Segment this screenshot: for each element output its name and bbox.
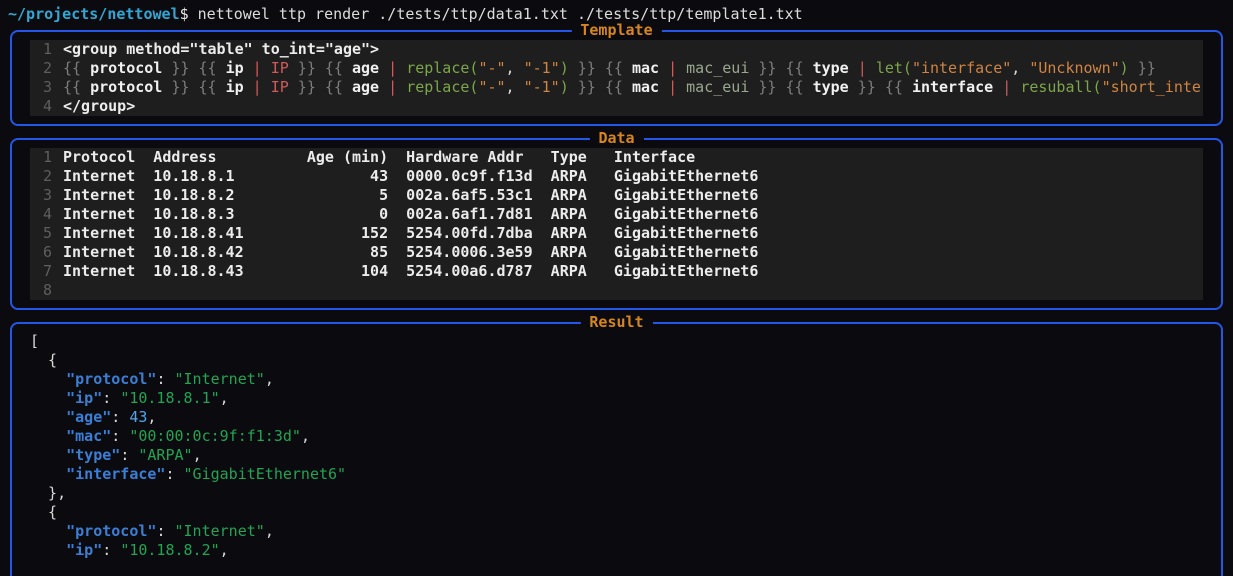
line-number: 3 [30, 78, 52, 97]
code-line-content: "ip": "10.18.8.1", [30, 389, 1203, 408]
code-line: 7 Internet 10.18.8.43 104 5254.00a6.d787 … [30, 262, 1203, 281]
data-panel: Data 1Protocol Address Age (min) Hardwar… [10, 138, 1223, 310]
code-line: 1 <group method="table" to_int="age"> [30, 40, 1203, 59]
code-line-content: "protocol": "Internet", [30, 522, 1203, 541]
code-line-content: { [30, 503, 1203, 522]
code-line-content: "type": "ARPA", [30, 446, 1203, 465]
code-line-content: "ip": "10.18.8.2", [30, 541, 1203, 560]
code-line-content: "interface": "GigabitEthernet6" [30, 465, 1203, 484]
line-number: 6 [30, 243, 52, 262]
code-line: "interface": "GigabitEthernet6" [30, 465, 1203, 484]
code-line-content: "protocol": "Internet", [30, 370, 1203, 389]
code-line: 1 Protocol Address Age (min) Hardware Add… [30, 148, 1203, 167]
template-panel: Template 1<group method="table" to_int="… [10, 30, 1223, 126]
line-number: 1 [30, 148, 52, 167]
code-line: 2 {{ protocol }} {{ ip | IP }} {{ age | r… [30, 59, 1203, 78]
code-line-content: { [30, 351, 1203, 370]
code-line: 5 Internet 10.18.8.41 152 5254.00fd.7dba … [30, 224, 1203, 243]
code-line-content: {{ protocol }} {{ ip | IP }} {{ age | re… [63, 78, 1203, 97]
code-line: 4 </group> [30, 97, 1203, 116]
line-number: 7 [30, 262, 52, 281]
code-line-content: Protocol Address Age (min) Hardware Addr… [63, 148, 1203, 167]
code-line: "ip": "10.18.8.1", [30, 389, 1203, 408]
code-line-content: <group method="table" to_int="age"> [63, 40, 1203, 59]
data-panel-title: Data [589, 129, 643, 148]
code-line-content [63, 281, 1203, 300]
line-number: 2 [30, 167, 52, 186]
code-line: [ [30, 332, 1203, 351]
line-number: 4 [30, 205, 52, 224]
code-line-content: "mac": "00:00:0c:9f:f1:3d", [30, 427, 1203, 446]
line-number: 8 [30, 281, 52, 300]
code-line-content: }, [30, 484, 1203, 503]
code-line: 3 Internet 10.18.8.2 5 002a.6af5.53c1 ARP… [30, 186, 1203, 205]
code-line: "protocol": "Internet", [30, 370, 1203, 389]
code-line: { [30, 351, 1203, 370]
code-line-content: [ [30, 332, 1203, 351]
code-line-content: </group> [63, 97, 1203, 116]
template-panel-title: Template [571, 21, 661, 40]
code-line: "ip": "10.18.8.2", [30, 541, 1203, 560]
code-line: "mac": "00:00:0c:9f:f1:3d", [30, 427, 1203, 446]
code-line: "protocol": "Internet", [30, 522, 1203, 541]
prompt-symbol: $ [180, 5, 189, 23]
result-code-block: [ { "protocol": "Internet", "ip": "10.18… [30, 332, 1203, 560]
code-line: { [30, 503, 1203, 522]
line-number: 2 [30, 59, 52, 78]
data-code-block: 1 Protocol Address Age (min) Hardware Add… [30, 148, 1203, 300]
prompt-path: ~/projects/nettowel [8, 5, 180, 23]
code-line-content: Internet 10.18.8.42 85 5254.0006.3e59 AR… [63, 243, 1203, 262]
code-line: 6 Internet 10.18.8.42 85 5254.0006.3e59 A… [30, 243, 1203, 262]
code-line-content: Internet 10.18.8.1 43 0000.0c9f.f13d ARP… [63, 167, 1203, 186]
terminal-window: ~/projects/nettowel$ nettowel ttp render… [0, 0, 1233, 576]
line-number: 4 [30, 97, 52, 116]
code-line-content: Internet 10.18.8.3 0 002a.6af1.7d81 ARPA… [63, 205, 1203, 224]
code-line-content: Internet 10.18.8.2 5 002a.6af5.53c1 ARPA… [63, 186, 1203, 205]
code-line: 8 [30, 281, 1203, 300]
code-line: 3 {{ protocol }} {{ ip | IP }} {{ age | r… [30, 78, 1203, 97]
result-panel: Result [ { "protocol": "Internet", "ip":… [10, 322, 1223, 576]
code-line: }, [30, 484, 1203, 503]
command-text: nettowel ttp render ./tests/ttp/data1.tx… [189, 5, 803, 23]
line-number: 5 [30, 224, 52, 243]
code-line-content: Internet 10.18.8.41 152 5254.00fd.7dba A… [63, 224, 1203, 243]
template-code-block: 1 <group method="table" to_int="age"> 2 {{ … [30, 40, 1203, 116]
code-line-content: "age": 43, [30, 408, 1203, 427]
line-number: 3 [30, 186, 52, 205]
code-line-content: Internet 10.18.8.43 104 5254.00a6.d787 A… [63, 262, 1203, 281]
code-line: 2 Internet 10.18.8.1 43 0000.0c9f.f13d AR… [30, 167, 1203, 186]
line-number: 1 [30, 40, 52, 59]
code-line: 4 Internet 10.18.8.3 0 002a.6af1.7d81 ARP… [30, 205, 1203, 224]
code-line: "type": "ARPA", [30, 446, 1203, 465]
result-panel-title: Result [580, 313, 652, 332]
code-line: "age": 43, [30, 408, 1203, 427]
code-line-content: {{ protocol }} {{ ip | IP }} {{ age | re… [63, 59, 1203, 78]
